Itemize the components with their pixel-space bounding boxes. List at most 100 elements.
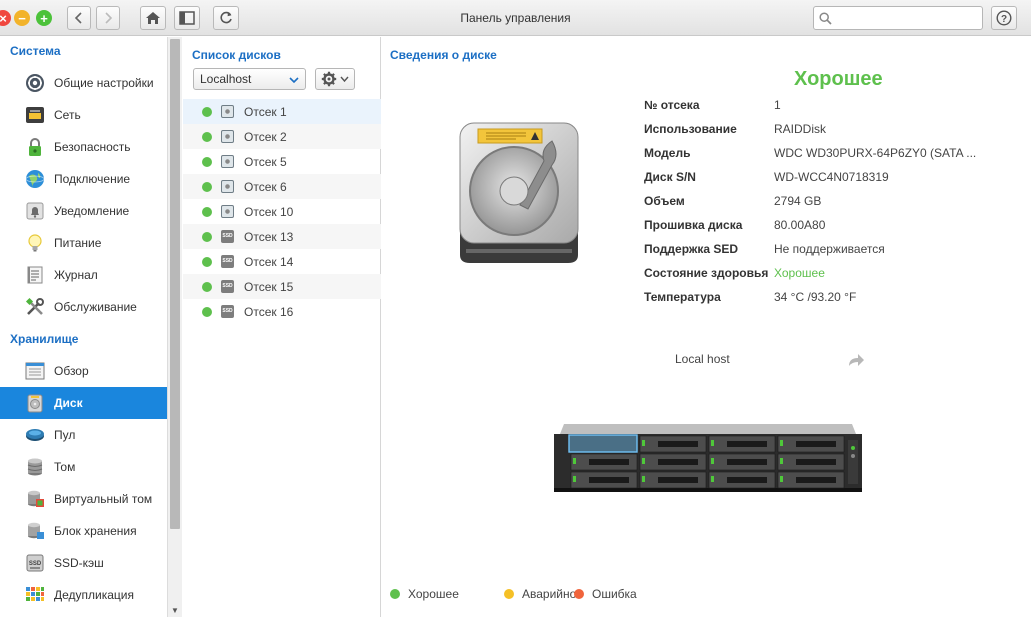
legend-item: Ошибка: [574, 587, 637, 601]
disk-list-item[interactable]: Отсек 1: [183, 99, 381, 124]
host-label: Local host: [675, 352, 730, 366]
ssd-icon: SSD: [221, 255, 234, 268]
status-dot: [202, 306, 212, 317]
help-button[interactable]: ?: [991, 6, 1017, 30]
scroll-down-icon[interactable]: ▼: [171, 606, 179, 615]
sidebar-item-label: Уведомление: [54, 204, 130, 218]
disk-list-item[interactable]: SSD Отсек 16: [183, 299, 381, 324]
log-icon: [25, 265, 45, 285]
sidebar-item-label: Журнал: [54, 268, 98, 282]
share-arrow-icon[interactable]: [847, 352, 865, 368]
detail-value: 34 °C /93.20 °F: [774, 290, 857, 304]
detail-key: Состояние здоровья: [644, 266, 769, 280]
disk-list-item[interactable]: Отсек 10: [183, 199, 381, 224]
sidebar-item-label: Обслуживание: [54, 300, 137, 314]
detail-value: WD-WCC4N0718319: [774, 170, 889, 184]
location-select-value: Localhost: [200, 72, 252, 86]
disk-list-item[interactable]: SSD Отсек 14: [183, 249, 381, 274]
section-title-storage: Хранилище: [10, 332, 79, 346]
sidebar-item-general-settings[interactable]: Общие настройки: [0, 67, 167, 99]
nas-rack-illustration: [554, 424, 862, 492]
chevron-down-icon: [340, 76, 349, 83]
sidebar-item-label: Подключение: [54, 172, 131, 186]
disk-label: Отсек 6: [244, 179, 287, 194]
virtual-volume-icon: [25, 489, 45, 509]
status-dot: [202, 206, 212, 217]
dedup-icon: [25, 585, 45, 605]
sidebar-item-overview[interactable]: Обзор: [0, 355, 167, 387]
sidebar-item-label: SSD-кэш: [54, 556, 104, 570]
disk-label: Отсек 16: [244, 304, 294, 319]
status-dot: [202, 181, 212, 192]
status-dot: [202, 131, 212, 142]
svg-text:?: ?: [1001, 14, 1007, 25]
sidebar-item-disk[interactable]: Диск: [0, 387, 167, 419]
sidebar-item-label: Сеть: [54, 108, 81, 122]
sidebar-item-ssd-cache[interactable]: SSD SSD-кэш: [0, 547, 167, 579]
legend-item: Аварийное: [504, 587, 583, 601]
detail-key: Диск S/N: [644, 170, 696, 184]
hdd-icon: [221, 130, 234, 143]
sidebar-item-label: Безопасность: [54, 140, 131, 154]
legend-label: Ошибка: [592, 587, 637, 601]
help-icon: ?: [996, 10, 1012, 26]
section-title-system: Система: [10, 44, 61, 58]
detail-key: Использование: [644, 122, 737, 136]
sidebar-scroll-thumb[interactable]: [170, 39, 180, 529]
disk-label: Отсек 5: [244, 154, 287, 169]
hdd-icon: [221, 205, 234, 218]
hdd-icon: [221, 105, 234, 118]
disk-list-item[interactable]: Отсек 2: [183, 124, 381, 149]
globe-icon: [25, 169, 45, 189]
sidebar-item-label: Том: [54, 460, 76, 474]
detail-value: WDC WD30PURX-64P6ZY0 (SATA ...: [774, 146, 977, 160]
search-box[interactable]: [813, 6, 983, 30]
sidebar-item-network[interactable]: Сеть: [0, 99, 167, 131]
detail-value: Не поддерживается: [774, 242, 885, 256]
search-input[interactable]: [836, 9, 978, 27]
sidebar-item-label: Виртуальный том: [54, 492, 153, 506]
sidebar-item-notification[interactable]: Уведомление: [0, 195, 167, 227]
sidebar-item-deduplication[interactable]: Дедупликация: [0, 579, 167, 611]
disk-list-item[interactable]: SSD Отсек 15: [183, 274, 381, 299]
disk-actions-button[interactable]: [315, 68, 355, 90]
sidebar-item-virtual-volume[interactable]: Виртуальный том: [0, 483, 167, 515]
status-dot: [202, 256, 212, 267]
status-dot: [202, 231, 212, 242]
disk-list-item[interactable]: Отсек 5: [183, 149, 381, 174]
status-dot: [202, 156, 212, 167]
pool-icon: [25, 425, 45, 445]
location-select[interactable]: Localhost: [193, 68, 306, 90]
sidebar-item-maintenance[interactable]: Обслуживание: [0, 291, 167, 323]
sidebar-item-label: Пул: [54, 428, 76, 442]
network-icon: [25, 105, 45, 125]
gear-icon: [321, 71, 337, 87]
ssd-icon: SSD: [221, 305, 234, 318]
gear-wheel-icon: [25, 73, 45, 93]
status-dot: [202, 106, 212, 117]
sidebar-item-power[interactable]: Питание: [0, 227, 167, 259]
hdd-illustration: [459, 122, 579, 263]
sidebar-item-connection[interactable]: Подключение: [0, 163, 167, 195]
sidebar-scrollbar[interactable]: ▼: [167, 37, 182, 617]
detail-value: 1: [774, 98, 781, 112]
legend-label: Хорошее: [408, 587, 459, 601]
disk-icon: [25, 393, 45, 413]
volume-icon: [25, 457, 45, 477]
sidebar-item-pool[interactable]: Пул: [0, 419, 167, 451]
sidebar-item-log[interactable]: Журнал: [0, 259, 167, 291]
sidebar-item-storage-block[interactable]: Блок хранения: [0, 515, 167, 547]
disk-label: Отсек 15: [244, 279, 294, 294]
sidebar-item-volume[interactable]: Том: [0, 451, 167, 483]
sidebar-item-security[interactable]: Безопасность: [0, 131, 167, 163]
detail-value: RAIDDisk: [774, 122, 827, 136]
svg-text:SSD: SSD: [29, 561, 42, 567]
disk-details-title: Сведения о диске: [390, 48, 497, 62]
status-dot: [202, 281, 212, 292]
disk-label: Отсек 10: [244, 204, 294, 219]
detail-key: Объем: [644, 194, 685, 208]
detail-key: Прошивка диска: [644, 218, 743, 232]
disk-list-item[interactable]: SSD Отсек 13: [183, 224, 381, 249]
disk-list-item[interactable]: Отсек 6: [183, 174, 381, 199]
sidebar-item-label: Дедупликация: [54, 588, 135, 602]
